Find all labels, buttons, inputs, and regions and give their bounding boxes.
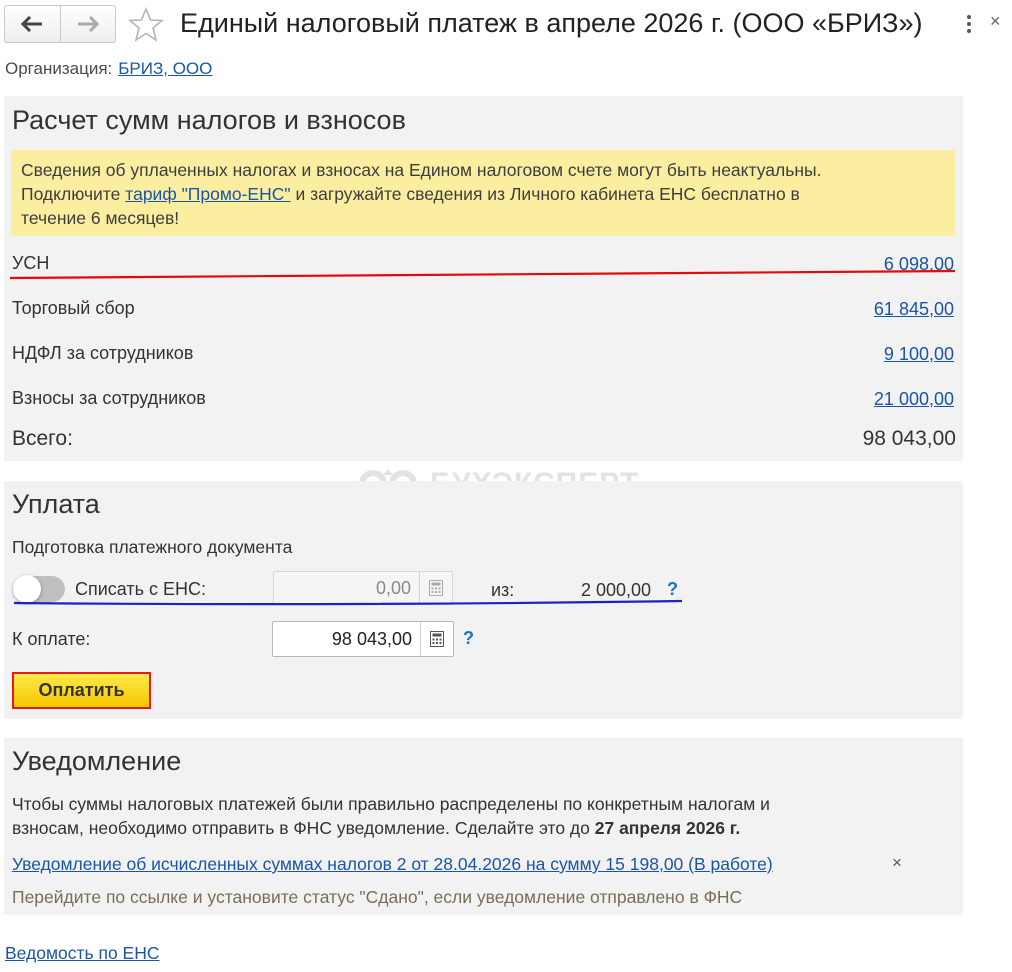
notification-text: Чтобы суммы налоговых платежей были прав… [12, 792, 770, 840]
total-value: 98 043,00 [862, 427, 956, 450]
blue-underline-annotation [14, 599, 683, 606]
notification-text-line1: Чтобы суммы налоговых платежей были прав… [12, 794, 770, 814]
organization-link[interactable]: БРИЗ, ООО [118, 59, 212, 78]
ens-statement-link[interactable]: Ведомость по ЕНС [5, 943, 160, 964]
red-underline-annotation [10, 269, 956, 280]
arrow-right-icon [77, 16, 99, 32]
ndfl-amount-link[interactable]: 9 100,00 [884, 344, 954, 365]
notification-title: Уведомление [12, 746, 182, 776]
topay-value: 98 043,00 [331, 628, 412, 649]
arrow-left-icon [21, 16, 43, 32]
topay-label: К оплате: [12, 629, 91, 649]
close-window-button[interactable]: × [990, 11, 1001, 32]
dismiss-link-button[interactable]: × [892, 853, 902, 873]
notification-document-link[interactable]: Уведомление об исчисленных суммах налого… [12, 854, 773, 875]
notice-line3: течение 6 месяцев! [21, 208, 180, 228]
nav-buttons [4, 5, 116, 43]
more-menu-icon[interactable] [962, 12, 976, 36]
topay-help-icon[interactable]: ? [463, 628, 474, 649]
ens-notice: Сведения об уплаченных налогах и взносах… [11, 150, 955, 236]
pay-button[interactable]: Оплатить [12, 672, 151, 709]
deadline-date: 27 апреля 2026 г. [594, 818, 741, 838]
contributions-label: Взносы за сотрудников [12, 388, 206, 408]
organization-row: Организация: БРИЗ, ООО [5, 59, 212, 79]
trade-fee-label: Торговый сбор [12, 298, 135, 318]
notification-text-line2: взносам, необходимо отправить в ФНС увед… [12, 818, 741, 838]
tariff-link[interactable]: тариф "Промо-ЕНС" [125, 184, 290, 204]
payment-subtitle: Подготовка платежного документа [12, 537, 293, 557]
notice-line1: Сведения об уплаченных налогах и взносах… [21, 160, 822, 180]
calculator-icon[interactable] [420, 622, 453, 656]
window-title: Единый налоговый платеж в апреле 2026 г.… [180, 8, 923, 38]
payment-title: Уплата [12, 489, 100, 519]
back-button[interactable] [5, 6, 60, 42]
ndfl-label: НДФЛ за сотрудников [12, 343, 194, 363]
organization-label: Организация: [5, 59, 113, 78]
forward-button[interactable] [59, 6, 116, 42]
ens-writeoff-value: 0,00 [375, 577, 411, 598]
topay-input[interactable]: 98 043,00 [272, 621, 454, 657]
notice-line2: Подключите тариф "Промо-ЕНС" и загружайт… [21, 184, 800, 204]
trade-fee-amount-link[interactable]: 61 845,00 [874, 299, 954, 320]
total-label: Всего: [12, 427, 73, 450]
notification-hint: Перейдите по ссылке и установите статус … [12, 887, 743, 907]
favorite-star-icon[interactable] [127, 6, 165, 43]
calc-title: Расчет сумм налогов и взносов [12, 105, 406, 135]
contributions-amount-link[interactable]: 21 000,00 [874, 389, 954, 410]
